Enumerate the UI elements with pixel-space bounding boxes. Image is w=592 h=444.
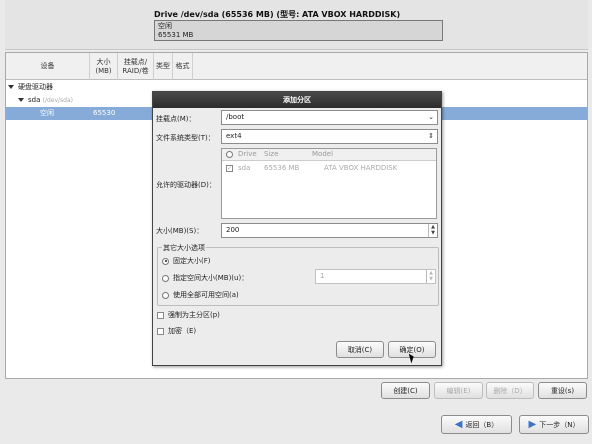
- radio-up-to[interactable]: 指定空间大小(MB)(u)：: [162, 273, 248, 283]
- fs-type-value: ext4: [226, 132, 242, 140]
- col-format[interactable]: 格式: [173, 53, 193, 80]
- tree-label-sda-path: (/dev/sda): [42, 97, 74, 104]
- drives-col-size: Size: [264, 150, 279, 158]
- spin-arrows-icon[interactable]: ▲ ▼: [426, 270, 435, 283]
- other-size-options-group: 其它大小选项 固定大小(F) 指定空间大小(MB)(u)： 1 ▲ ▼ 使用全部可…: [157, 243, 439, 306]
- size-value: 200: [226, 226, 240, 234]
- updown-arrows-icon[interactable]: ⇕: [428, 130, 434, 143]
- radio-fill-all-label: 使用全部可用空间(a): [173, 291, 239, 299]
- header-radio-icon: [226, 151, 233, 158]
- back-button[interactable]: ◀ 返回（B）: [441, 415, 512, 434]
- tree-free-size: 65530: [93, 109, 116, 117]
- radio-unselected-icon[interactable]: [162, 291, 169, 299]
- back-button-label: 返回（B）: [465, 420, 499, 429]
- encrypt-checkbox[interactable]: 加密（E): [157, 326, 196, 336]
- drives-list-header: Drive Size Model: [222, 149, 436, 161]
- arrow-right-icon: ▶: [528, 419, 537, 430]
- col-device[interactable]: 设备: [6, 53, 90, 80]
- checkbox-icon[interactable]: [157, 311, 164, 319]
- drive-usage-bar[interactable]: 空闲 65531 MB: [154, 20, 443, 41]
- drives-col-drive: Drive: [238, 150, 257, 158]
- edit-button[interactable]: 编辑(E): [434, 382, 483, 399]
- radio-fixed-size[interactable]: 固定大小(F): [162, 256, 211, 266]
- drives-list-row[interactable]: ✓ sda 65536 MB ATA VBOX HARDDISK: [222, 163, 436, 175]
- drive-size: 65536 MB: [264, 164, 300, 172]
- col-type[interactable]: 类型: [154, 53, 173, 80]
- create-button[interactable]: 创建(C): [381, 382, 430, 399]
- drive-name: sda: [238, 164, 251, 172]
- arrow-left-icon: ◀: [454, 419, 463, 430]
- drives-col-model: Model: [312, 150, 334, 158]
- drive-panel: Drive /dev/sda (65536 MB) (型号: ATA VBOX …: [5, 0, 588, 50]
- mount-point-label: 挂载点(M)：: [156, 115, 196, 123]
- tree-label-free: 空闲: [40, 109, 54, 117]
- delete-button[interactable]: 删除（D）: [486, 382, 534, 399]
- other-size-options-title: 其它大小选项: [162, 243, 206, 253]
- expand-triangle-icon[interactable]: [8, 85, 14, 89]
- mount-point-combo[interactable]: /boot ⌄: [221, 110, 438, 125]
- next-button-label: 下一步（N）: [539, 420, 580, 429]
- col-size[interactable]: 大小 (MB): [90, 53, 118, 80]
- chevron-down-icon[interactable]: ⌄: [428, 111, 434, 124]
- drive-bar-size: 65531 MB: [158, 31, 194, 39]
- dialog-title: 添加分区: [153, 92, 441, 108]
- drive-checkbox[interactable]: ✓: [226, 165, 233, 172]
- size-label: 大小(MB)(S)：: [156, 227, 204, 235]
- allowed-drives-label: 允许的驱动器(D)：: [156, 181, 216, 189]
- up-to-size-spinbox[interactable]: 1 ▲ ▼: [315, 269, 436, 284]
- size-spinbox[interactable]: 200 ▲ ▼: [221, 223, 438, 238]
- fs-type-select[interactable]: ext4 ⇕: [221, 129, 438, 144]
- mount-point-value: /boot: [226, 113, 245, 121]
- radio-up-to-label: 指定空间大小(MB)(u)：: [173, 274, 249, 282]
- radio-fixed-size-label: 固定大小(F): [173, 257, 211, 265]
- add-partition-dialog: 添加分区 挂载点(M)： /boot ⌄ 文件系统类型(T)： ext4 ⇕ 允…: [152, 91, 442, 366]
- up-to-size-value: 1: [320, 272, 325, 280]
- col-mount[interactable]: 挂载点/ RAID/卷: [118, 53, 154, 80]
- drive-model: ATA VBOX HARDDISK: [324, 164, 398, 172]
- drive-bar-label: 空闲: [158, 22, 172, 30]
- allowed-drives-list[interactable]: Drive Size Model ✓ sda 65536 MB ATA VBOX…: [221, 148, 437, 219]
- reset-button[interactable]: 重设(s): [538, 382, 587, 399]
- fs-type-label: 文件系统类型(T)：: [156, 134, 215, 142]
- radio-selected-icon[interactable]: [162, 257, 169, 265]
- force-primary-checkbox[interactable]: 强制为主分区(p): [157, 310, 220, 320]
- cancel-button[interactable]: 取消(C): [336, 341, 384, 358]
- checkbox-icon[interactable]: [157, 327, 164, 335]
- next-button[interactable]: ▶ 下一步（N）: [519, 415, 589, 434]
- partition-table-header: 设备 大小 (MB) 挂载点/ RAID/卷 类型 格式: [6, 53, 587, 80]
- tree-label-hard-drives: 硬盘驱动器: [18, 83, 53, 91]
- expand-triangle-icon[interactable]: [18, 98, 24, 102]
- radio-unselected-icon[interactable]: [162, 274, 169, 282]
- radio-fill-all[interactable]: 使用全部可用空间(a): [162, 290, 239, 300]
- drive-title: Drive /dev/sda (65536 MB) (型号: ATA VBOX …: [154, 10, 401, 19]
- force-primary-label: 强制为主分区(p): [168, 311, 220, 319]
- encrypt-label: 加密（E): [168, 327, 197, 335]
- tree-label-sda: sda: [28, 96, 41, 104]
- spin-arrows-icon[interactable]: ▲ ▼: [428, 224, 437, 237]
